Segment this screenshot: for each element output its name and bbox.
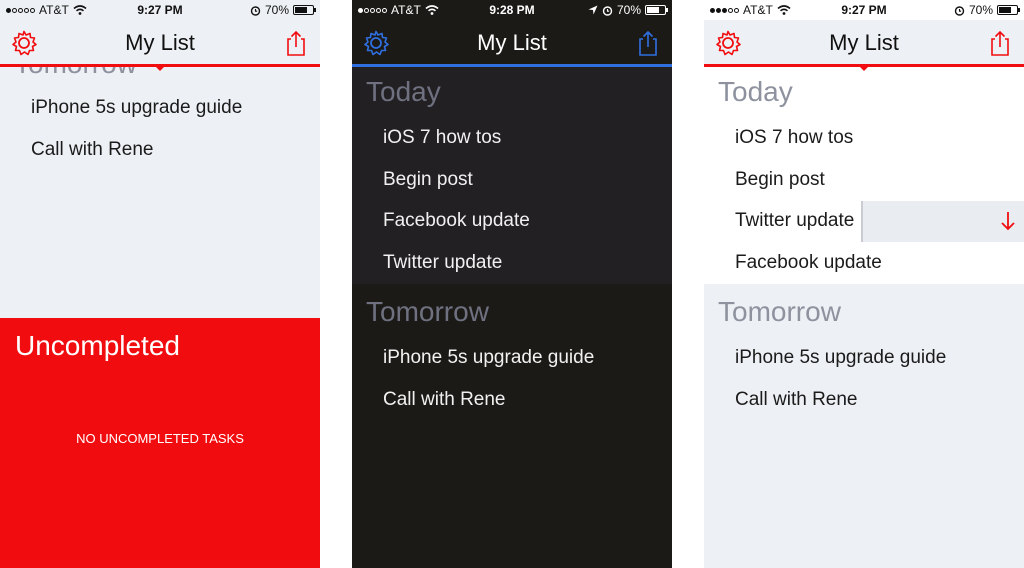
share-icon[interactable]	[282, 29, 310, 57]
empty-state-text: NO UNCOMPLETED TASKS	[76, 431, 244, 446]
nav-bar: My List	[0, 20, 320, 66]
list-item[interactable]: iPhone 5s upgrade guide	[383, 347, 594, 369]
uncompleted-title: Uncompleted	[15, 330, 180, 361]
list-item[interactable]: Facebook update	[735, 252, 882, 274]
list-item[interactable]: Facebook update	[383, 210, 530, 232]
battery-icon	[997, 5, 1020, 15]
nav-title: My List	[477, 30, 547, 55]
status-bar: AT&T 9:27 PM 70%	[704, 0, 1024, 20]
battery-icon	[293, 5, 316, 15]
status-bar: AT&T 9:28 PM 70%	[352, 0, 672, 20]
list-item[interactable]: Call with Rene	[31, 139, 154, 161]
battery-icon	[645, 5, 668, 15]
nav-title: My List	[829, 30, 899, 55]
list-item[interactable]: iOS 7 how tos	[735, 127, 853, 149]
list-item[interactable]: Begin post	[383, 169, 473, 191]
phone-screen-dark-theme: AT&T 9:28 PM 70% My List Today iOS 7 how…	[352, 0, 672, 568]
alarm-icon	[954, 5, 965, 16]
battery-percent: 70%	[616, 3, 641, 17]
list-item[interactable]: Begin post	[735, 169, 825, 191]
list-item[interactable]: iPhone 5s upgrade guide	[735, 347, 946, 369]
list-item[interactable]: iOS 7 how tos	[383, 127, 501, 149]
uncompleted-panel: Uncompleted NO UNCOMPLETED TASKS	[0, 318, 320, 568]
list-item[interactable]: Twitter update	[383, 252, 502, 274]
location-icon	[588, 5, 598, 15]
list-item[interactable]: Call with Rene	[735, 389, 858, 411]
alarm-icon	[250, 5, 261, 16]
section-title-today: Today	[718, 76, 793, 107]
list-item[interactable]: Twitter update	[735, 210, 854, 232]
nav-bar: My List	[352, 20, 672, 66]
list-item[interactable]: iPhone 5s upgrade guide	[31, 97, 242, 119]
down-arrow-icon[interactable]	[1000, 210, 1016, 232]
share-icon[interactable]	[986, 29, 1014, 57]
status-bar: AT&T 9:27 PM 70%	[0, 0, 320, 20]
list-item[interactable]: Call with Rene	[383, 389, 506, 411]
battery-percent: 70%	[264, 3, 289, 17]
phone-screen-uncompleted: AT&T 9:27 PM 70% Tomorrow My List iPhone…	[0, 0, 320, 568]
share-icon[interactable]	[634, 29, 662, 57]
phone-screen-reorder: AT&T 9:27 PM 70% My List Today iOS 7 how…	[704, 0, 1024, 568]
nav-title: My List	[125, 30, 195, 55]
nav-indicator	[155, 66, 165, 71]
battery-percent: 70%	[968, 3, 993, 17]
section-title-tomorrow: Tomorrow	[718, 296, 841, 327]
nav-indicator	[859, 66, 869, 71]
section-title-today: Today	[366, 76, 441, 107]
section-title-tomorrow: Tomorrow	[366, 296, 489, 327]
alarm-icon	[602, 5, 613, 16]
nav-bar: My List	[704, 20, 1024, 66]
